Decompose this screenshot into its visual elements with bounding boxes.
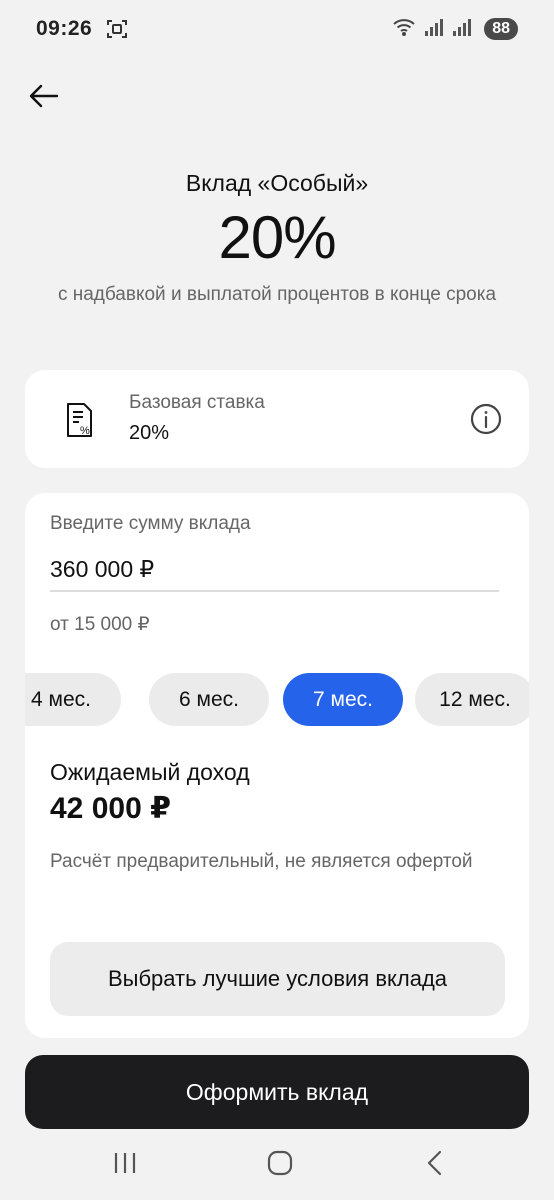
amount-input[interactable] [50,548,499,592]
info-icon[interactable] [469,402,503,436]
recent-apps-icon[interactable] [105,1148,145,1178]
deposit-calculator-card: Введите сумму вклада от 15 000 ₽ 4 мес. … [25,493,529,1038]
back-button[interactable] [26,78,62,114]
status-time: 09:26 [36,17,93,40]
base-rate-label: Базовая ставка [129,392,265,413]
expected-income-label: Ожидаемый доход [50,759,250,785]
base-rate-card: % Базовая ставка 20% [25,370,529,468]
min-amount-hint: от 15 000 ₽ [50,614,150,635]
open-deposit-button[interactable]: Оформить вклад [25,1055,529,1129]
status-indicators: 88 [392,17,518,42]
signal-icon-2 [452,17,472,42]
nav-back-icon[interactable] [415,1148,455,1178]
term-chip-4[interactable]: 4 мес. [25,673,121,726]
base-rate-text: Базовая ставка 20% [129,392,265,445]
amount-label: Введите сумму вклада [50,513,251,534]
deposit-rate: 20% [218,204,336,271]
term-selector: 4 мес. 6 мес. 7 мес. 12 мес. [25,673,529,727]
system-nav-bar [0,1136,554,1190]
status-bar: 09:26 88 [0,0,554,58]
deposit-description: с надбавкой и выплатой процентов в конце… [57,284,497,305]
term-chip-6[interactable]: 6 мес. [149,673,269,726]
disclaimer-text: Расчёт предварительный, не является офер… [50,851,473,872]
deposit-header: Вклад «Особый» 20% с надбавкой и выплато… [0,170,554,307]
wifi-icon [392,17,416,42]
base-rate-value: 20% [129,422,170,444]
battery-badge: 88 [484,18,518,40]
back-arrow-icon [29,84,59,108]
document-percent-icon: % [65,402,95,438]
expected-income-value: 42 000 ₽ [50,792,171,825]
signal-icon [424,17,444,42]
term-chip-7[interactable]: 7 мес. [283,673,403,726]
svg-text:%: % [80,425,90,437]
term-chip-12[interactable]: 12 мес. [415,673,529,726]
deposit-name: Вклад «Особый» [185,170,369,196]
screenshot-icon [106,18,128,40]
home-icon[interactable] [260,1148,300,1178]
best-terms-button[interactable]: Выбрать лучшие условия вклада [50,942,505,1016]
